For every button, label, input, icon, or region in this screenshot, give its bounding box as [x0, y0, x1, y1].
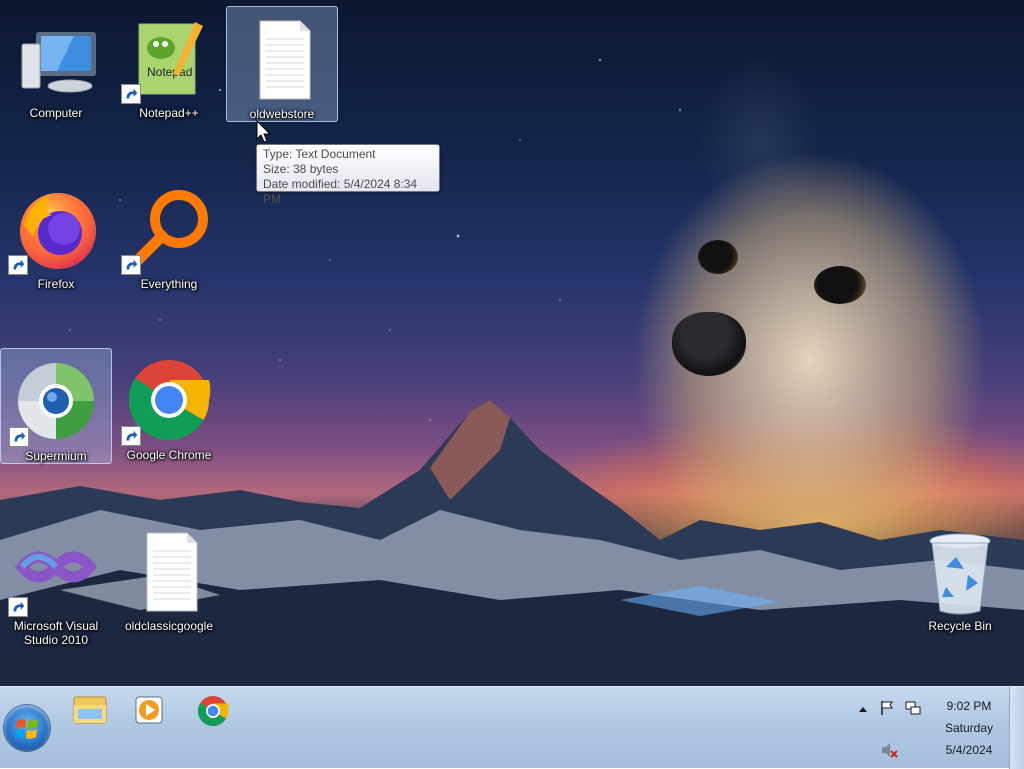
tooltip-size: Size: 38 bytes — [263, 162, 339, 176]
shortcut-arrow-icon — [9, 427, 29, 447]
shortcut-arrow-icon — [121, 255, 141, 275]
text-file-icon — [238, 15, 326, 103]
desktop-icon-oldwebstore[interactable]: oldwebstore — [226, 6, 338, 122]
clock[interactable]: 9:02 PM Saturday 5/4/2024 — [928, 695, 1010, 765]
desktop-icon-label: Everything — [140, 277, 198, 291]
computer-icon — [12, 14, 100, 102]
folder-icon — [73, 696, 107, 724]
action-center-button[interactable] — [878, 699, 896, 717]
clock-day: Saturday — [944, 721, 994, 735]
desktop-icon-label: Google Chrome — [126, 448, 212, 462]
clock-date: 5/4/2024 — [945, 743, 993, 757]
desktop-icon-label: Computer — [29, 106, 83, 120]
start-button[interactable] — [4, 705, 50, 751]
recycle-bin-icon — [916, 527, 1004, 615]
volume-button[interactable] — [880, 741, 898, 759]
doge-nose — [672, 312, 746, 376]
svg-text:Notepad: Notepad — [147, 65, 192, 79]
desktop-icon-everything[interactable]: Everything — [113, 177, 225, 293]
shortcut-arrow-icon — [121, 426, 141, 446]
desktop-icon-oldclassicgoogle[interactable]: oldclassicgoogle — [113, 519, 225, 635]
show-desktop-button[interactable] — [1009, 687, 1024, 769]
text-file-icon — [125, 527, 213, 615]
desktop-icon-label: Microsoft Visual Studio 2010 — [13, 619, 99, 647]
desktop-icon-firefox[interactable]: Firefox — [0, 177, 112, 293]
clock-time: 9:02 PM — [946, 699, 992, 713]
desktop-wallpaper[interactable]: Computer Notepad Notepad++ oldwebstore F… — [0, 0, 1024, 686]
taskbar-pin-chrome[interactable] — [183, 691, 243, 731]
doge-right-eye — [814, 266, 866, 304]
chrome-icon — [198, 696, 229, 727]
desktop-icon-recycle-bin[interactable]: Recycle Bin — [904, 519, 1016, 635]
desktop-icon-label: Firefox — [37, 277, 75, 291]
windows-logo-icon — [15, 719, 38, 739]
network-icon — [905, 701, 921, 715]
shortcut-arrow-icon — [8, 255, 28, 275]
taskbar: 9:02 PM Saturday 5/4/2024 — [0, 686, 1024, 769]
desktop-icon-computer[interactable]: Computer — [0, 6, 112, 122]
volume-muted-icon — [882, 743, 898, 758]
desktop-icon-label: oldclassicgoogle — [124, 619, 214, 633]
taskbar-pin-explorer[interactable] — [60, 691, 120, 731]
desktop-icon-label: Recycle Bin — [928, 619, 992, 633]
network-button[interactable] — [904, 699, 922, 717]
flag-icon — [881, 701, 893, 715]
desktop-icon-label: Supermium — [25, 449, 87, 463]
shortcut-arrow-icon — [8, 597, 28, 617]
mouse-cursor-icon — [256, 120, 272, 143]
desktop-icon-supermium[interactable]: Supermium — [0, 348, 112, 464]
system-tray: 9:02 PM Saturday 5/4/2024 — [854, 687, 1024, 769]
desktop-icon-visual-studio-2010[interactable]: Microsoft Visual Studio 2010 — [0, 519, 112, 651]
desktop-icon-notepadpp[interactable]: Notepad Notepad++ — [113, 6, 225, 122]
media-player-icon — [135, 696, 163, 724]
show-hidden-icons-button[interactable] — [856, 701, 870, 717]
tooltip-date-modified: Date modified: 5/4/2024 8:34 PM — [263, 177, 418, 206]
doge-left-eye — [698, 240, 738, 274]
tooltip-type: Type: Text Document — [263, 147, 376, 161]
taskbar-pin-media-player[interactable] — [120, 691, 180, 731]
chevron-up-icon — [859, 707, 867, 712]
desktop-icon-label: Notepad++ — [139, 106, 199, 120]
desktop-icon-label: oldwebstore — [249, 107, 315, 121]
shortcut-arrow-icon — [121, 84, 141, 104]
desktop-icon-google-chrome[interactable]: Google Chrome — [113, 348, 225, 464]
file-tooltip: Type: Text Document Size: 38 bytes Date … — [256, 144, 440, 206]
